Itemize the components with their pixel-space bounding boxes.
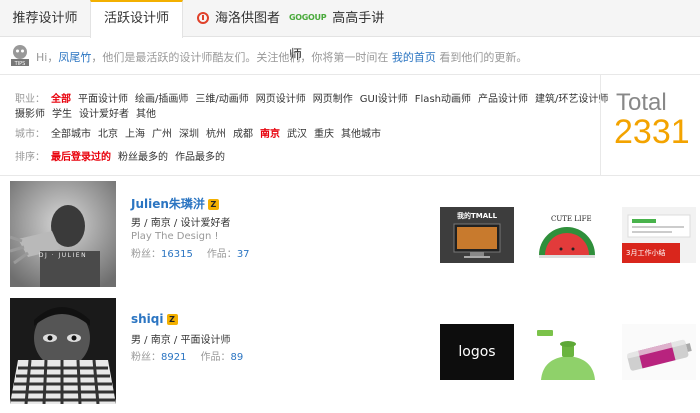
filter-item[interactable]: 网页制作 xyxy=(313,94,353,105)
filter-occupation-line2: 摄影师 学生 设计爱好者 其他 xyxy=(15,105,163,120)
filter-item[interactable]: 全部城市 xyxy=(51,129,91,140)
tip-bar: TIPS Hi，凤尾竹，他们是最活跃的设计师酷友们。关注他们，你将第一时间在 我… xyxy=(0,37,700,75)
tab-bar: 推荐设计师 活跃设计师 海洛供图者 GOGOUP 高高手讲师 xyxy=(0,0,700,63)
filter-label: 排序： xyxy=(15,152,45,163)
designer-info: 男 / 南京 / 平面设计师 xyxy=(131,335,231,346)
fans-count[interactable]: 8921 xyxy=(161,352,186,363)
designer-name-link[interactable]: Julien朱璘洴 Z xyxy=(131,195,219,212)
fans-label: 粉丝： xyxy=(131,249,161,260)
filter-item[interactable]: 深圳 xyxy=(179,129,199,140)
tab-label: 活跃设计师 xyxy=(103,11,169,26)
huaban-icon xyxy=(197,11,209,24)
fans-count[interactable]: 16315 xyxy=(161,249,193,260)
tab-expert-lecturers[interactable]: GOGOUP 高高手讲师 xyxy=(281,0,391,63)
avatar-caption: DJ · JULIEN xyxy=(39,252,87,259)
work-thumbnail[interactable]: 我的TMALL xyxy=(440,207,514,263)
filter-item[interactable]: 摄影师 xyxy=(15,109,45,120)
designer-name-link[interactable]: shiqi Z xyxy=(131,312,178,326)
designer-avatar[interactable]: DJ · JULIEN xyxy=(10,181,116,287)
user-link[interactable]: 凤尾竹 xyxy=(58,51,91,64)
tab-image-providers[interactable]: 海洛供图者 xyxy=(183,0,281,37)
verified-badge-icon: Z xyxy=(207,199,219,210)
tip-body: ，他们是最活跃的设计师酷友们。关注他们，你将第一时间在 xyxy=(91,51,389,64)
designer-avatar[interactable] xyxy=(10,298,116,404)
designer-stats: 粉丝：16315 作品：37 xyxy=(131,245,264,260)
filter-item[interactable]: 网页设计师 xyxy=(256,94,306,105)
filter-label: 职业： xyxy=(15,94,45,105)
filter-item[interactable]: 最后登录过的 xyxy=(51,152,111,163)
designer-item: DJ · JULIEN Julien朱璘洴 Z 男 / 南京 / 设计爱好者 Pl… xyxy=(0,181,700,291)
filter-item[interactable]: 成都 xyxy=(233,129,253,140)
works-label: 作品： xyxy=(200,352,231,363)
work-thumbnail[interactable] xyxy=(531,324,605,380)
work-thumbnail[interactable]: 3月工作小结 xyxy=(622,207,696,263)
filter-item[interactable]: 杭州 xyxy=(206,129,226,140)
tab-label: 推荐设计师 xyxy=(12,11,78,26)
filter-item[interactable]: 学生 xyxy=(52,109,72,120)
divider xyxy=(0,175,700,176)
tip-greeting: Hi， xyxy=(36,51,59,64)
total-box: Total 2331 xyxy=(601,75,700,175)
work-thumbnail[interactable] xyxy=(622,324,696,380)
works-count[interactable]: 37 xyxy=(237,249,250,260)
designer-slogan: Play The Design ! xyxy=(131,231,219,242)
designer-info: 男 / 南京 / 设计爱好者 xyxy=(131,218,231,229)
fans-label: 粉丝： xyxy=(131,352,161,363)
designer-stats: 粉丝：8921 作品：89 xyxy=(131,348,257,363)
thumbnail-caption: 3月工作小结 xyxy=(626,248,665,257)
filter-city: 城市： 全部城市 北京 上海 广州 深圳 杭州 成都 南京 武汉 重庆 其他城市 xyxy=(15,125,388,140)
filter-item[interactable]: 三维/动画师 xyxy=(195,94,248,105)
works-count[interactable]: 89 xyxy=(230,352,243,363)
designer-name: shiqi xyxy=(131,312,164,326)
filter-sort: 排序： 最后登录过的 粉丝最多的 作品最多的 xyxy=(15,148,232,163)
filter-item[interactable]: 北京 xyxy=(98,129,118,140)
tip-body-after: 看到他们的更新。 xyxy=(439,51,528,64)
work-thumbnail[interactable]: logos xyxy=(440,324,514,380)
filter-item[interactable]: 设计爱好者 xyxy=(79,109,129,120)
filter-item[interactable]: 武汉 xyxy=(287,129,307,140)
tab-label: 海洛供图者 xyxy=(215,11,281,26)
filter-item[interactable]: 全部 xyxy=(51,94,71,105)
filter-item[interactable]: 其他 xyxy=(136,109,156,120)
filter-item[interactable]: 广州 xyxy=(152,129,172,140)
thumbnail-caption: CUTE LIFE xyxy=(551,215,592,223)
designer-name: Julien朱璘洴 xyxy=(131,197,205,211)
filter-label: 城市： xyxy=(15,129,45,140)
filter-occupation: 职业： 全部 平面设计师 绘画/插画师 三维/动画师 网页设计师 网页制作 GUI设计师 Fla… xyxy=(15,90,615,105)
filter-item[interactable]: 产品设计师 xyxy=(478,94,528,105)
filter-panel: 职业： 全部 平面设计师 绘画/插画师 三维/动画师 网页设计师 网页制作 GUI设计师 Fla… xyxy=(0,75,608,175)
filter-item[interactable]: 作品最多的 xyxy=(175,152,225,163)
filter-item[interactable]: 绘画/插画师 xyxy=(135,94,188,105)
tips-icon-text: TIPS xyxy=(14,61,26,67)
tab-active-designers[interactable]: 活跃设计师 xyxy=(90,0,183,38)
thumbnail-caption: logos xyxy=(458,344,495,360)
filter-item[interactable]: 建筑/环艺设计师 xyxy=(535,94,608,105)
tips-icon: TIPS xyxy=(11,45,29,67)
tip-text: Hi，凤尾竹，他们是最活跃的设计师酷友们。关注他们，你将第一时间在 我的首页 看… xyxy=(36,49,527,65)
thumbnail-caption: 我的TMALL xyxy=(457,211,498,220)
designer-item: shiqi Z 男 / 南京 / 平面设计师 粉丝：8921 作品：89 logos xyxy=(0,298,700,408)
total-count: 2331 xyxy=(614,113,690,151)
filter-item[interactable]: Flash动画师 xyxy=(415,94,471,105)
filter-item[interactable]: 南京 xyxy=(260,129,280,140)
tab-recommended-designers[interactable]: 推荐设计师 xyxy=(0,0,90,37)
my-home-link[interactable]: 我的首页 xyxy=(392,51,436,64)
filter-item[interactable]: GUI设计师 xyxy=(360,94,408,105)
verified-badge-icon: Z xyxy=(166,314,178,325)
filter-item[interactable]: 其他城市 xyxy=(341,129,381,140)
gogo-icon: GOGOUP xyxy=(289,13,327,22)
filter-item[interactable]: 重庆 xyxy=(314,129,334,140)
works-label: 作品： xyxy=(206,249,237,260)
filter-item[interactable]: 上海 xyxy=(125,129,145,140)
filter-item[interactable]: 粉丝最多的 xyxy=(118,152,168,163)
work-thumbnail[interactable]: CUTE LIFE xyxy=(531,207,605,263)
filter-item[interactable]: 平面设计师 xyxy=(78,94,128,105)
